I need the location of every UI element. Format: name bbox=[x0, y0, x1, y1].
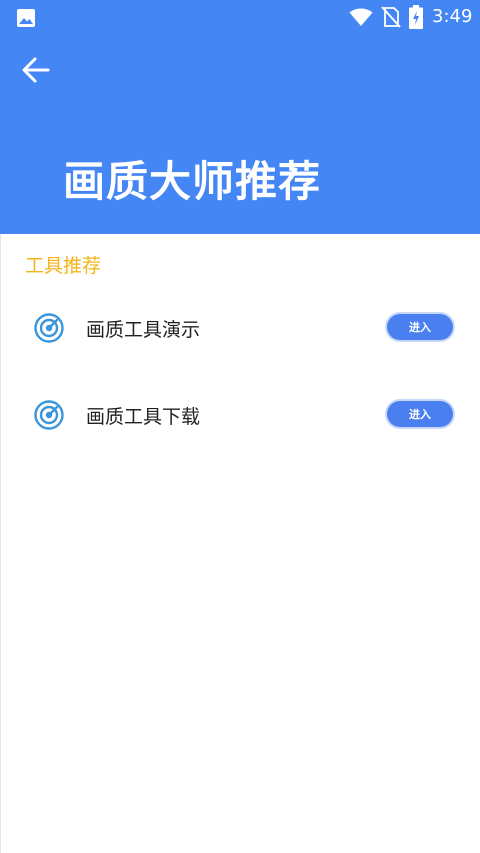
status-bar: 3:49 bbox=[0, 0, 480, 36]
tool-label: 画质工具下载 bbox=[86, 406, 201, 428]
target-icon bbox=[34, 313, 64, 343]
app-header: 3:49 画质大师推荐 bbox=[0, 0, 480, 234]
battery-charging-icon bbox=[409, 5, 423, 29]
no-sim-icon bbox=[381, 6, 401, 28]
tool-row-download[interactable]: 画质工具下载 进入 bbox=[0, 385, 480, 445]
enter-button[interactable]: 进入 bbox=[387, 401, 453, 427]
back-button[interactable] bbox=[16, 50, 56, 90]
arrow-left-icon bbox=[22, 57, 50, 83]
target-icon bbox=[34, 400, 64, 430]
wifi-icon bbox=[349, 8, 373, 26]
enter-button[interactable]: 进入 bbox=[387, 314, 453, 340]
page-title: 画质大师推荐 bbox=[63, 157, 322, 206]
tool-label: 画质工具演示 bbox=[86, 319, 201, 341]
section-title: 工具推荐 bbox=[25, 255, 102, 277]
gallery-icon bbox=[17, 9, 35, 27]
tool-row-demo[interactable]: 画质工具演示 进入 bbox=[0, 298, 480, 358]
status-time: 3:49 bbox=[432, 6, 473, 27]
